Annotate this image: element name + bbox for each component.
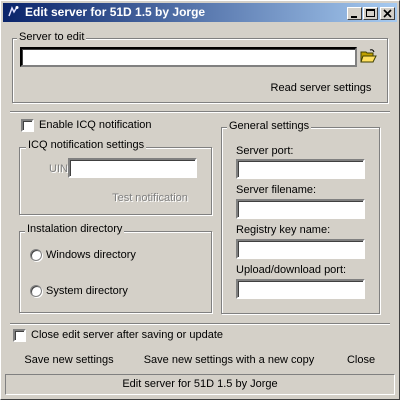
close-button[interactable]: Close bbox=[341, 354, 381, 366]
window-title: Edit server for 51D 1.5 by Jorge bbox=[25, 5, 206, 19]
app-window: Edit server for 51D 1.5 by Jorge Server … bbox=[0, 0, 400, 400]
save-settings-button[interactable]: Save new settings bbox=[19, 354, 119, 366]
registry-key-label: Registry key name: bbox=[236, 224, 331, 236]
folder-open-icon[interactable] bbox=[360, 49, 377, 67]
app-icon[interactable] bbox=[6, 5, 20, 19]
windows-directory-radio[interactable] bbox=[30, 249, 42, 261]
server-group-label: Server to edit bbox=[17, 31, 87, 43]
read-server-settings-button[interactable]: Read server settings bbox=[261, 82, 381, 94]
maximize-icon[interactable] bbox=[363, 7, 378, 20]
server-port-input[interactable] bbox=[236, 159, 365, 179]
title-bar[interactable]: Edit server for 51D 1.5 by Jorge bbox=[3, 3, 397, 22]
server-port-label: Server port: bbox=[236, 145, 294, 157]
uin-input[interactable] bbox=[68, 158, 197, 178]
upload-download-port-input[interactable] bbox=[236, 279, 365, 299]
status-text: Edit server for 51D 1.5 by Jorge bbox=[122, 378, 278, 390]
windows-directory-label[interactable]: Windows directory bbox=[46, 249, 136, 261]
upload-download-port-label: Upload/download port: bbox=[236, 264, 347, 276]
enable-icq-checkbox[interactable] bbox=[21, 119, 34, 132]
server-path-input[interactable] bbox=[20, 47, 357, 67]
server-filename-input[interactable] bbox=[236, 199, 365, 219]
install-dir-group bbox=[19, 231, 212, 313]
status-bar: Edit server for 51D 1.5 by Jorge bbox=[5, 374, 395, 395]
install-dir-label: Instalation directory bbox=[25, 223, 125, 235]
general-settings-label: General settings bbox=[227, 120, 312, 132]
panel-top-divider bbox=[10, 111, 390, 113]
test-notification-button[interactable]: Test notification bbox=[105, 192, 195, 204]
icq-settings-label: ICQ notification settings bbox=[26, 139, 147, 151]
close-icon[interactable] bbox=[380, 7, 395, 20]
registry-key-input[interactable] bbox=[236, 239, 365, 259]
close-after-label[interactable]: Close edit server after saving or update bbox=[31, 329, 223, 341]
enable-icq-label[interactable]: Enable ICQ notification bbox=[39, 119, 152, 131]
minimize-icon[interactable] bbox=[347, 7, 362, 20]
save-new-copy-button[interactable]: Save new settings with a new copy bbox=[139, 354, 319, 366]
panel-bottom-divider bbox=[10, 323, 390, 325]
system-directory-label[interactable]: System directory bbox=[46, 285, 128, 297]
system-directory-radio[interactable] bbox=[30, 285, 42, 297]
server-filename-label: Server filename: bbox=[236, 184, 317, 196]
close-after-checkbox[interactable] bbox=[13, 329, 26, 342]
